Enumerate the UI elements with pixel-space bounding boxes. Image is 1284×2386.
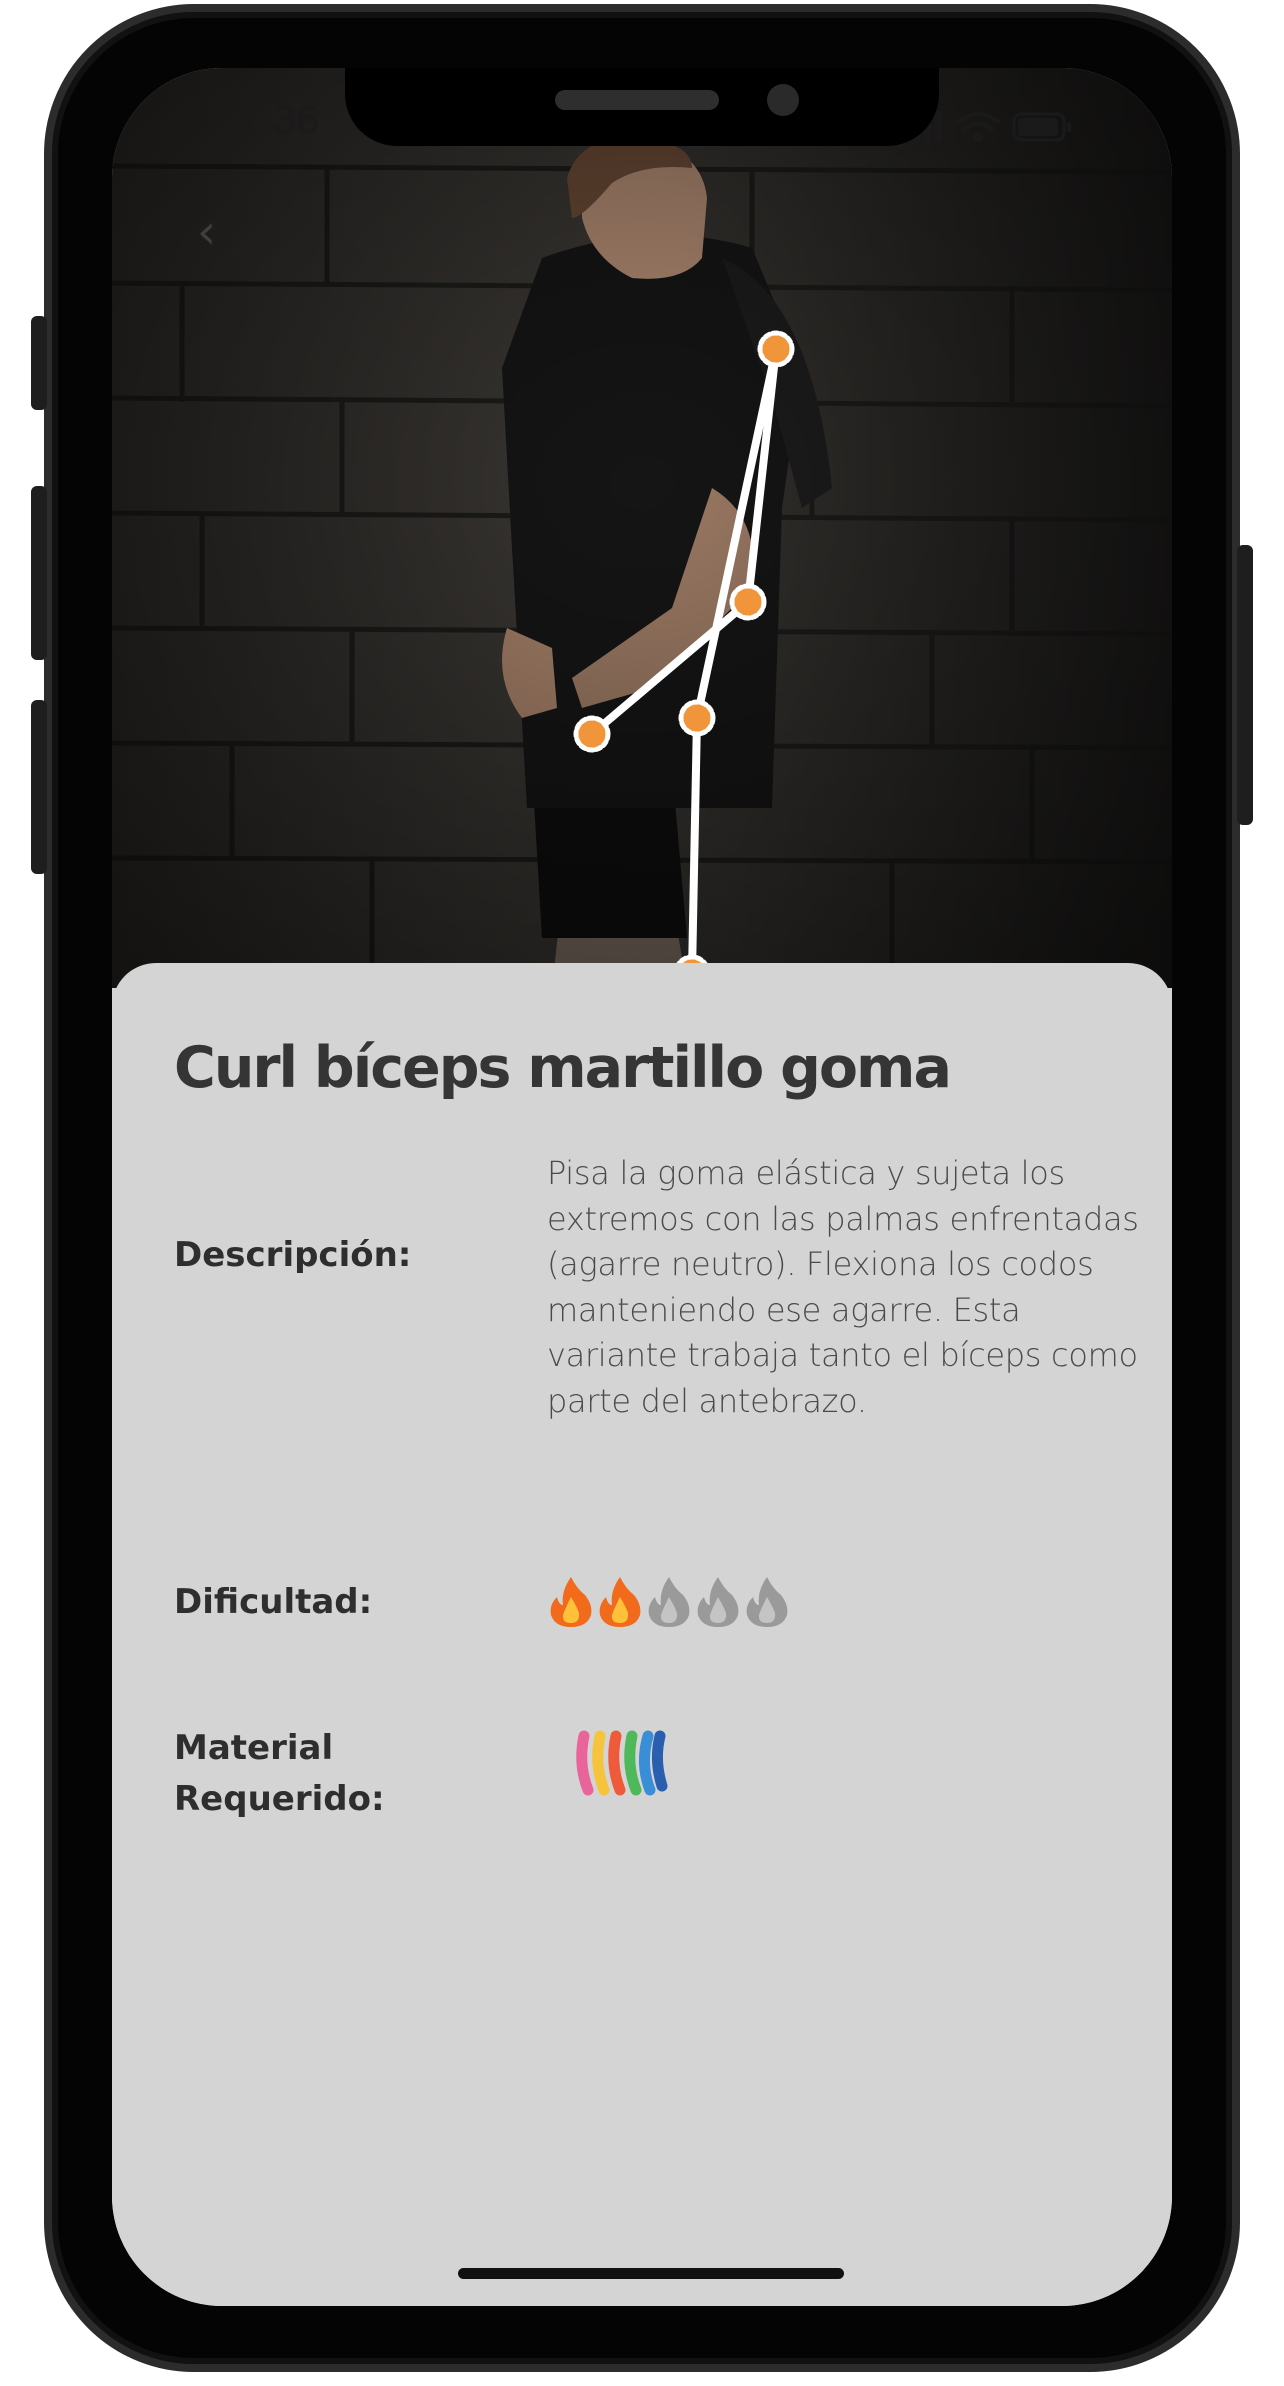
description-text: Pisa la goma elástica y sujeta los extre… xyxy=(547,1154,1139,1420)
flame-icon-active xyxy=(550,1577,592,1627)
resistance-bands-icon xyxy=(574,1726,670,1798)
svg-text:‹: ‹ xyxy=(197,204,216,260)
pose-joint xyxy=(729,583,767,621)
difficulty-rating xyxy=(547,1575,792,1629)
status-time: 11:36 xyxy=(218,98,321,142)
pose-joint xyxy=(573,715,611,753)
wifi-icon xyxy=(956,112,1000,142)
volume-up-button xyxy=(31,486,47,660)
app-screen: ‹ 11:36 Curl bíceps martillo goma Descri… xyxy=(112,68,1172,2306)
flame-icon-active xyxy=(599,1577,641,1627)
exercise-title: Curl bíceps martillo goma xyxy=(174,1035,952,1101)
exercise-details-sheet: Curl bíceps martillo goma Descripción: P… xyxy=(112,963,1172,2306)
home-indicator[interactable] xyxy=(458,2268,844,2279)
flame-icon-inactive xyxy=(746,1577,788,1627)
material-label: Material Requerido: xyxy=(174,1728,385,1819)
difficulty-label: Dificultad: xyxy=(174,1582,373,1622)
notch xyxy=(345,68,939,146)
pose-joint xyxy=(757,330,795,368)
description-label: Descripción: xyxy=(174,1235,412,1275)
speaker-grille xyxy=(555,90,719,110)
silent-switch xyxy=(31,316,47,410)
volume-down-button xyxy=(31,700,47,874)
flame-icon-inactive xyxy=(697,1577,739,1627)
pose-joint xyxy=(678,699,716,737)
battery-icon xyxy=(1012,112,1071,142)
exercise-video[interactable]: ‹ xyxy=(112,68,1172,988)
power-button xyxy=(1237,545,1253,825)
flame-icon-inactive xyxy=(648,1577,690,1627)
front-camera xyxy=(767,84,799,116)
exercise-photo: ‹ xyxy=(112,68,1172,988)
